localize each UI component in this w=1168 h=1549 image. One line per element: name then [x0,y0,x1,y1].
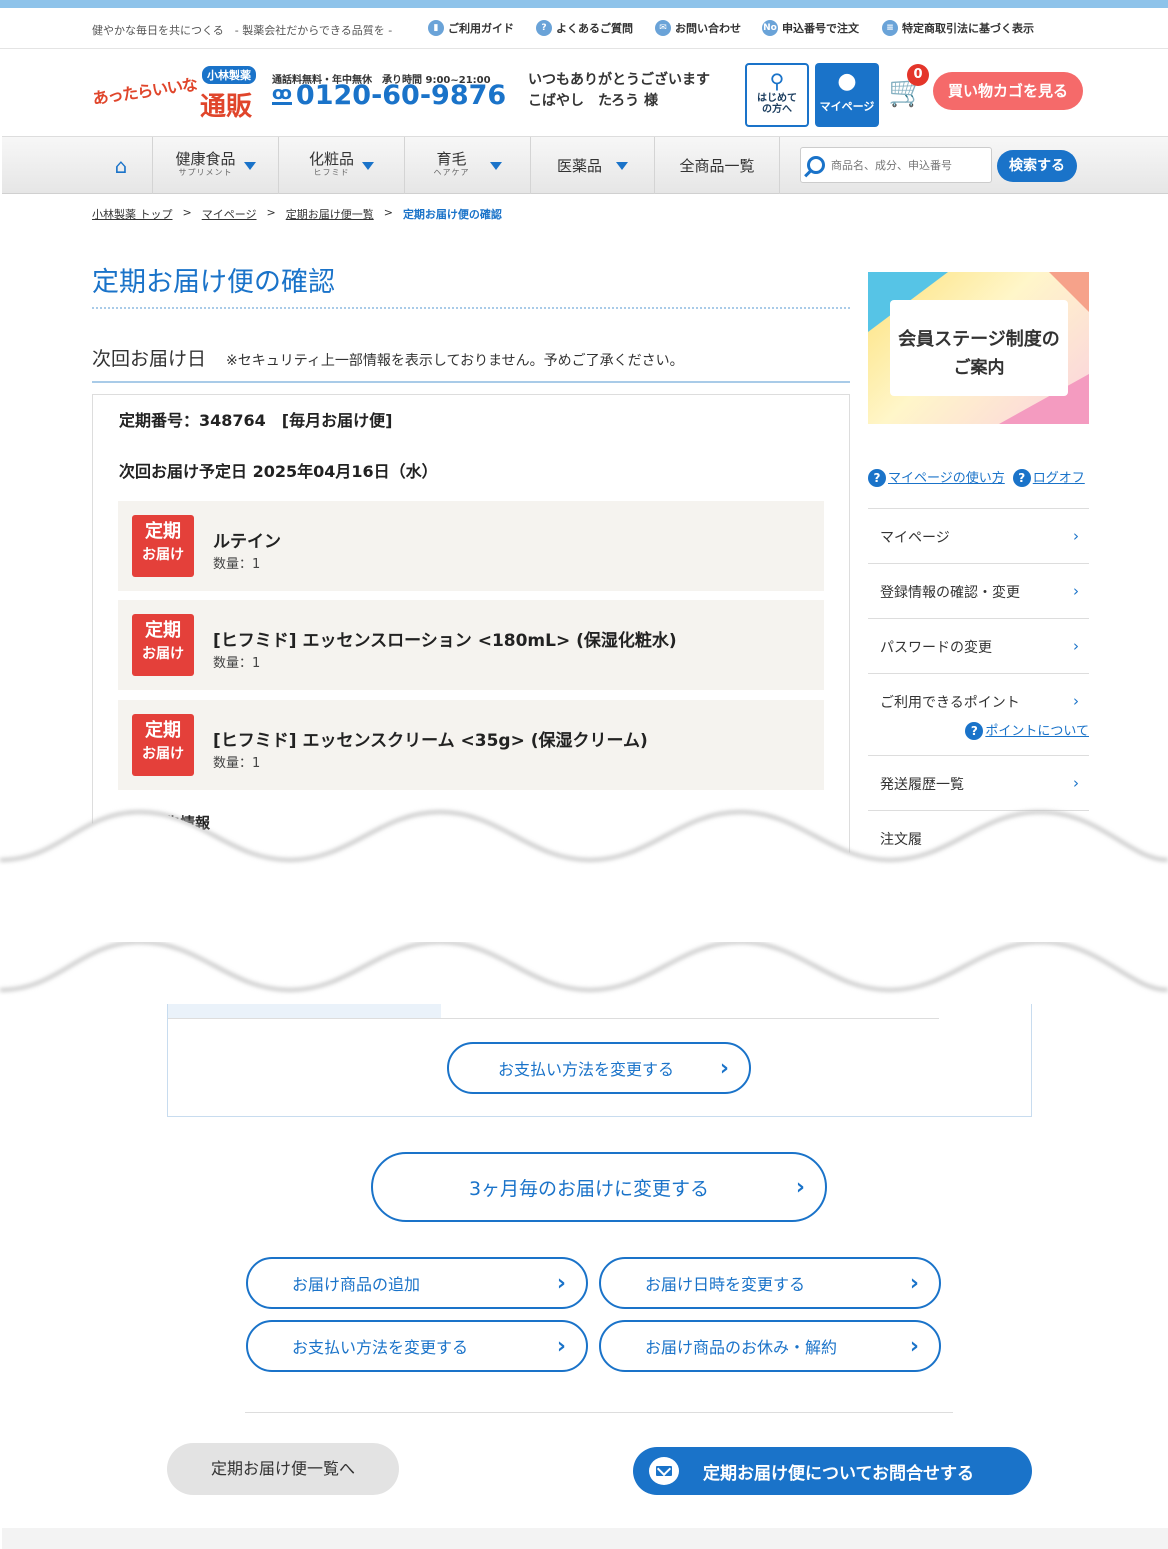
question-icon: ? [965,722,984,740]
add-item-button[interactable]: お届け商品の追加 › [246,1257,588,1309]
free-dial: ꝏ 0120-60-9876 [272,80,507,111]
beginner-leaf-icon: ⚲ [769,69,785,93]
search-box [800,147,992,183]
logout-link[interactable]: ? ログオフ [1012,467,1085,487]
question-icon: ? [868,469,886,487]
view-cart-button[interactable]: 買い物カゴを見る [933,72,1083,110]
search-button[interactable]: 検索する [997,150,1077,182]
nav-cosmetics[interactable]: 化粧品 ヒフミド [278,137,404,194]
back-to-list-button[interactable]: 定期お届け便一覧へ [167,1443,399,1495]
home-icon: ⌂ [114,153,128,178]
sidebar-item-points[interactable]: ご利用できるポイント › ? ポイントについて [868,673,1089,755]
pause-cancel-button[interactable]: お届け商品のお休み・解約 › [599,1320,941,1372]
global-nav: ⌂ 健康食品サプリメント 化粧品ヒフミド 育毛ヘアケア 医薬品 全商品一覧 検索… [2,136,1168,194]
sidebar-item-password[interactable]: パスワードの変更 › [868,618,1089,673]
chevron-right-icon: › [556,1270,566,1296]
footer [2,1528,1168,1549]
question-icon: ? [536,20,552,36]
change-interval-button[interactable]: 3ヶ月毎のお届けに変更する › [371,1152,827,1222]
nav-medicine[interactable]: 医薬品 [530,137,654,194]
list-item: 定期 お届け ルテイン 数量：1 [118,501,824,591]
breadcrumb-subscription-list[interactable]: 定期お届け便一覧 [286,206,374,222]
breadcrumb-mypage[interactable]: マイページ [202,206,257,222]
contact-subscription-button[interactable]: 定期お届け便についてお問合せする [633,1447,1032,1495]
mypage-button[interactable]: ● マイページ [815,63,879,127]
guide-link[interactable]: ▮ ご利用ガイド [428,20,514,36]
breadcrumb: 小林製薬 トップ > マイページ > 定期お届け便一覧 > 定期お届け便の確認 [92,206,502,222]
change-payment-button[interactable]: お支払い方法を変更する › [246,1320,588,1372]
list-item: 定期 お届け [ヒフミド] エッセンスクリーム <35g> (保湿クリーム) 数量… [118,700,824,790]
section-heading: 次回お届け日 ※セキュリティ上一部情報を表示しておりません。予めご了承ください。 [92,344,850,383]
page-title: 定期お届け便の確認 [92,260,850,309]
change-delivery-date-button[interactable]: お届け日時を変更する › [599,1257,941,1309]
chevron-right-icon: › [556,1333,566,1359]
top-accent-bar [0,0,1168,8]
chevron-down-icon [362,161,374,170]
chevron-right-icon: › [1073,527,1079,545]
search-icon [807,156,825,174]
chevron-down-icon [616,161,628,170]
book-icon: ▮ [428,20,444,36]
order-by-number-link[interactable]: No 申込番号で注文 [762,20,859,36]
sidebar-item-mypage[interactable]: マイページ › [868,508,1089,563]
nav-all-products[interactable]: 全商品一覧 [654,137,780,194]
next-delivery-date: 次回お届け予定日 2025年04月16日（水） [119,462,438,481]
user-icon: ● [837,69,857,94]
free-dial-icon: ꝏ [272,83,292,105]
tagline: 健やかな毎日を共につくる - 製薬会社だからできる品質を - [92,24,393,37]
chevron-right-icon: › [1073,692,1079,710]
first-time-button[interactable]: ⚲ はじめての方へ [745,63,809,127]
chevron-down-icon [243,161,256,170]
brand-badge: 小林製薬 [202,66,256,84]
search-input[interactable] [831,158,981,172]
subscription-badge: 定期 お届け [132,515,194,577]
nav-home[interactable]: ⌂ [90,137,152,194]
sidebar-help-links: ? マイページの使い方 ? ログオフ [868,467,1085,487]
member-stage-banner[interactable]: 会員ステージ制度の ご案内 [868,272,1089,424]
points-info-link[interactable]: ? ポイントについて [965,720,1089,740]
document-icon: ≡ [882,20,898,36]
chevron-down-icon [489,161,502,170]
nav-health-food[interactable]: 健康食品 サプリメント [152,137,278,194]
breadcrumb-current: 定期お届け便の確認 [402,208,502,221]
list-item: 定期 お届け [ヒフミド] エッセンスローション <180mL> (保湿化粧水) … [118,600,824,690]
chevron-right-icon: › [1073,582,1079,600]
subscription-number: 定期番号：348764 [毎月お届け便] [119,411,393,430]
contact-link[interactable]: ✉ お問い合わせ [655,20,741,36]
subscription-badge: 定期 お届け [132,614,194,676]
faq-link[interactable]: ? よくあるご質問 [536,20,633,36]
nav-hair-care[interactable]: 育毛 ヘアケア [404,137,530,194]
cart-count-badge: 0 [907,64,929,86]
sidebar-item-account-info[interactable]: 登録情報の確認・変更 › [868,563,1089,618]
change-payment-inner-button[interactable]: お支払い方法を変更する › [447,1042,751,1094]
mypage-guide-link[interactable]: ? マイページの使い方 [868,467,1005,487]
question-icon: ? [1012,469,1031,487]
chevron-right-icon: › [795,1174,805,1200]
mail-icon [649,1457,679,1485]
chevron-right-icon: › [719,1055,729,1081]
legal-notice-link[interactable]: ≡ 特定商取引法に基づく表示 [882,20,1034,36]
greeting: いつもありがとうございます こばやし たろう 様 [528,72,710,109]
number-icon: No [762,20,778,36]
breadcrumb-top[interactable]: 小林製薬 トップ [92,206,173,222]
chevron-right-icon: › [1073,637,1079,655]
chevron-right-icon: › [909,1333,919,1359]
chevron-right-icon: › [909,1270,919,1296]
site-logo[interactable]: あったらいいな 小林製薬 通販 [91,64,262,124]
subscription-badge: 定期 お届け [132,714,194,776]
mail-icon: ✉ [655,20,671,36]
